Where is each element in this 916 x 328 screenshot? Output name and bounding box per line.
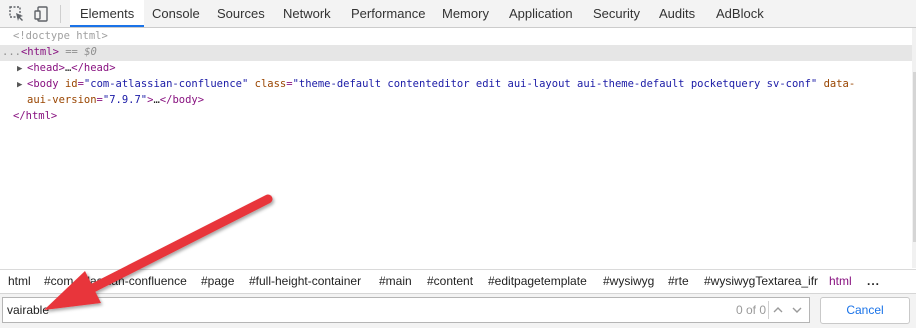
body-attr-data-part2: aui-version (27, 94, 97, 106)
body-attr-id: id (64, 78, 78, 90)
crumb-editpagetemplate[interactable]: #editpagetemplate (486, 270, 589, 293)
tab-network[interactable]: Network (273, 0, 341, 27)
devtools-toolbar: Elements Console Sources Network Perform… (0, 0, 916, 28)
html-node-selected[interactable]: ...<html> == $0 (0, 45, 912, 61)
tab-security[interactable]: Security (583, 0, 650, 27)
selected-ref: $0 (84, 46, 97, 58)
crumb-wysiwyg[interactable]: #wysiwyg (601, 270, 656, 293)
crumb-wysiwygtextarea-ifr[interactable]: #wysiwygTextarea_ifr (702, 270, 820, 293)
match-count: 0 of 0 (736, 303, 767, 317)
head-node[interactable]: ▶ <head>…</head> (17, 61, 916, 77)
expand-body-icon[interactable]: ▶ (17, 78, 27, 94)
crumb-html[interactable]: html (6, 270, 33, 293)
tab-elements[interactable]: Elements (70, 0, 145, 27)
breadcrumb: html #com-atlassian-confluence #page #fu… (0, 269, 916, 293)
crumb-content[interactable]: #content (425, 270, 475, 293)
dom-tree: <!doctype html> ...<html> == $0 ▶ <head>…… (0, 28, 912, 268)
inspect-element-icon[interactable] (8, 5, 26, 23)
head-open-tag: <head> (27, 62, 65, 74)
search-input[interactable] (7, 301, 707, 319)
search-box[interactable]: 0 of 0 (2, 297, 810, 323)
tab-console[interactable]: Console (142, 0, 210, 27)
tab-performance[interactable]: Performance (341, 0, 435, 27)
crumb-page[interactable]: #page (199, 270, 236, 293)
node-menu-dots[interactable]: ... (0, 46, 21, 58)
doctype-text: <!doctype html> (13, 30, 108, 42)
body-tag-start: <body (27, 78, 65, 90)
tree-scrollbar[interactable] (912, 28, 916, 268)
search-bar: 0 of 0 Cancel (0, 293, 916, 328)
crumb-main[interactable]: #main (377, 270, 414, 293)
expand-head-icon[interactable]: ▶ (17, 62, 27, 78)
html-close-node[interactable]: </html> (13, 109, 916, 125)
search-nav-divider (768, 301, 769, 319)
body-node[interactable]: ▶ <body id="com-atlassian-confluence" cla… (17, 77, 916, 93)
html-open-tag: <html> (20, 46, 59, 58)
crumb-body[interactable]: #com-atlassian-confluence (42, 270, 189, 293)
cancel-button[interactable]: Cancel (820, 297, 910, 324)
tab-audits[interactable]: Audits (649, 0, 705, 27)
body-close-tag: </body> (159, 94, 205, 106)
body-val-data: "7.9.7" (102, 94, 148, 106)
previous-match-icon[interactable] (770, 302, 786, 318)
tab-application[interactable]: Application (499, 0, 583, 27)
body-val-id: "com-atlassian-confluence" (83, 78, 249, 90)
crumb-rte[interactable]: #rte (666, 270, 691, 293)
head-close-tag: </head> (71, 62, 116, 74)
tab-adblock[interactable]: AdBlock (706, 0, 774, 27)
body-node-continued[interactable]: aui-version="7.9.7">…</body> (27, 93, 916, 109)
html-close-tag: </html> (13, 110, 58, 122)
body-attr-class: class (248, 78, 287, 90)
tab-sources[interactable]: Sources (207, 0, 275, 27)
crumb-iframe-html[interactable]: html (827, 270, 854, 293)
device-toolbar-icon[interactable] (33, 5, 51, 23)
tab-memory[interactable]: Memory (432, 0, 499, 27)
body-val-class: "theme-default contenteditor edit aui-la… (292, 78, 818, 90)
body-attr-data-part1: data- (817, 78, 856, 90)
crumb-full-height-container[interactable]: #full-height-container (247, 270, 363, 293)
next-match-icon[interactable] (789, 302, 805, 318)
doctype-node[interactable]: <!doctype html> (13, 29, 916, 45)
crumb-more[interactable]: ... (865, 270, 882, 293)
toolbar-divider (60, 5, 61, 23)
selected-eq: == (58, 46, 85, 58)
